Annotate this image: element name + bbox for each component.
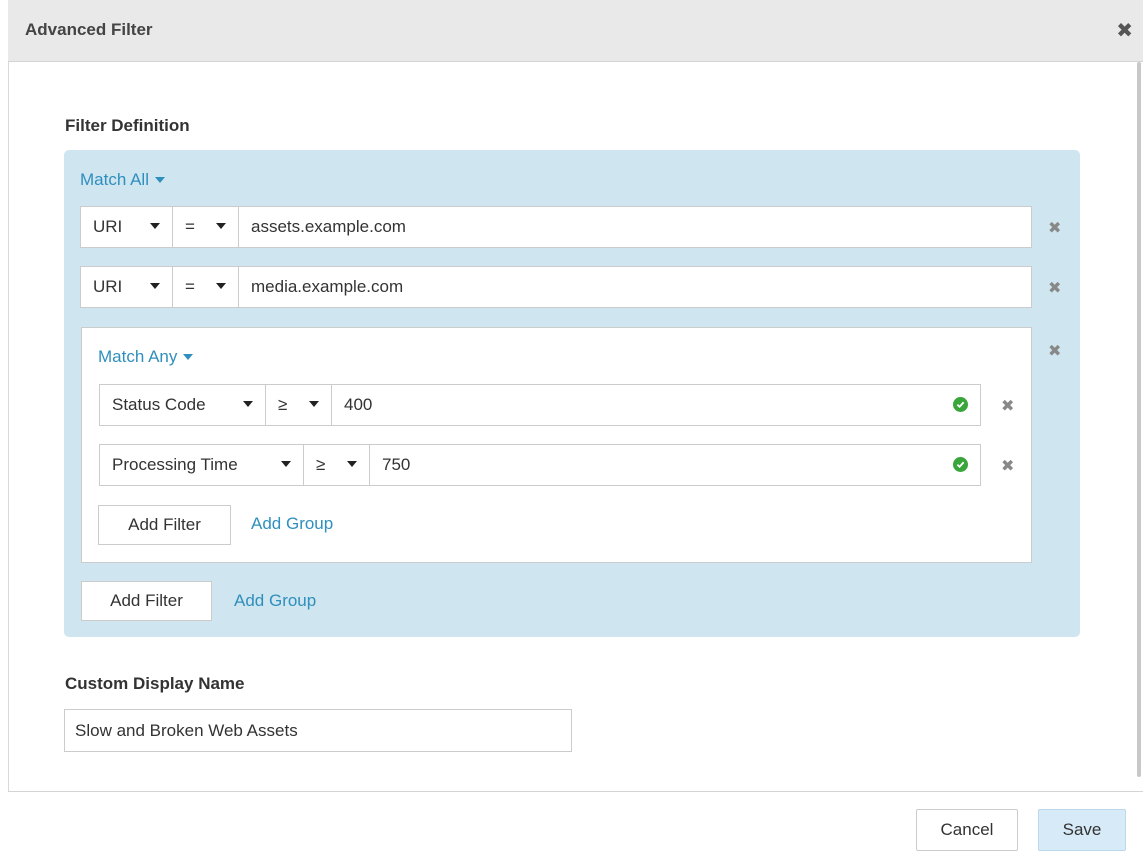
- match-any-label: Match Any: [98, 347, 178, 366]
- field-select[interactable]: URI: [81, 267, 173, 307]
- dialog-title: Advanced Filter: [25, 20, 153, 39]
- cancel-button[interactable]: Cancel: [916, 809, 1018, 851]
- remove-filter-icon[interactable]: ✖: [1001, 396, 1014, 416]
- field-select[interactable]: URI: [81, 207, 173, 247]
- add-filter-button[interactable]: Add Filter: [98, 505, 231, 545]
- add-filter-button[interactable]: Add Filter: [81, 581, 212, 621]
- match-all-dropdown[interactable]: Match All: [80, 170, 165, 190]
- chevron-down-icon: [154, 176, 165, 183]
- filter-definition-label: Filter Definition: [65, 116, 190, 135]
- remove-group-icon[interactable]: ✖: [1048, 341, 1061, 361]
- operator-select[interactable]: ≥: [266, 385, 332, 425]
- add-group-link[interactable]: Add Group: [234, 591, 316, 611]
- field-select[interactable]: Status Code: [100, 385, 266, 425]
- value-text: 400: [344, 395, 373, 414]
- value-input[interactable]: 400: [332, 385, 980, 425]
- filter-row: Processing Time ≥ 750: [99, 444, 981, 486]
- match-all-label: Match All: [80, 170, 149, 189]
- filter-row: URI = assets.example.com: [80, 206, 1032, 248]
- value-text: 750: [382, 455, 411, 474]
- close-icon[interactable]: ✖: [1116, 18, 1133, 43]
- custom-display-name-label: Custom Display Name: [65, 674, 245, 693]
- chevron-down-icon: [281, 461, 291, 467]
- valid-check-icon: [953, 397, 968, 412]
- add-group-link[interactable]: Add Group: [251, 514, 333, 534]
- save-button[interactable]: Save: [1038, 809, 1126, 851]
- chevron-down-icon: [216, 223, 226, 229]
- operator-select[interactable]: ≥: [304, 445, 370, 485]
- filter-row: Status Code ≥ 400: [99, 384, 981, 426]
- field-select[interactable]: Processing Time: [100, 445, 304, 485]
- chevron-down-icon: [216, 283, 226, 289]
- value-input[interactable]: 750: [370, 445, 980, 485]
- scrollbar[interactable]: [1137, 62, 1141, 777]
- operator-select[interactable]: =: [173, 267, 239, 307]
- valid-check-icon: [953, 457, 968, 472]
- match-any-dropdown[interactable]: Match Any: [98, 347, 194, 367]
- dialog-titlebar: Advanced Filter ✖: [8, 0, 1143, 62]
- remove-filter-icon[interactable]: ✖: [1048, 278, 1061, 298]
- chevron-down-icon: [347, 461, 357, 467]
- remove-filter-icon[interactable]: ✖: [1048, 218, 1061, 238]
- window-edge: [0, 0, 9, 860]
- chevron-down-icon: [309, 401, 319, 407]
- remove-filter-icon[interactable]: ✖: [1001, 456, 1014, 476]
- chevron-down-icon: [243, 401, 253, 407]
- filter-row: URI = media.example.com: [80, 266, 1032, 308]
- chevron-down-icon: [183, 353, 194, 360]
- value-input[interactable]: assets.example.com: [239, 207, 1031, 247]
- value-input[interactable]: media.example.com: [239, 267, 1031, 307]
- chevron-down-icon: [150, 283, 160, 289]
- chevron-down-icon: [150, 223, 160, 229]
- operator-select[interactable]: =: [173, 207, 239, 247]
- display-name-input[interactable]: Slow and Broken Web Assets: [64, 709, 572, 752]
